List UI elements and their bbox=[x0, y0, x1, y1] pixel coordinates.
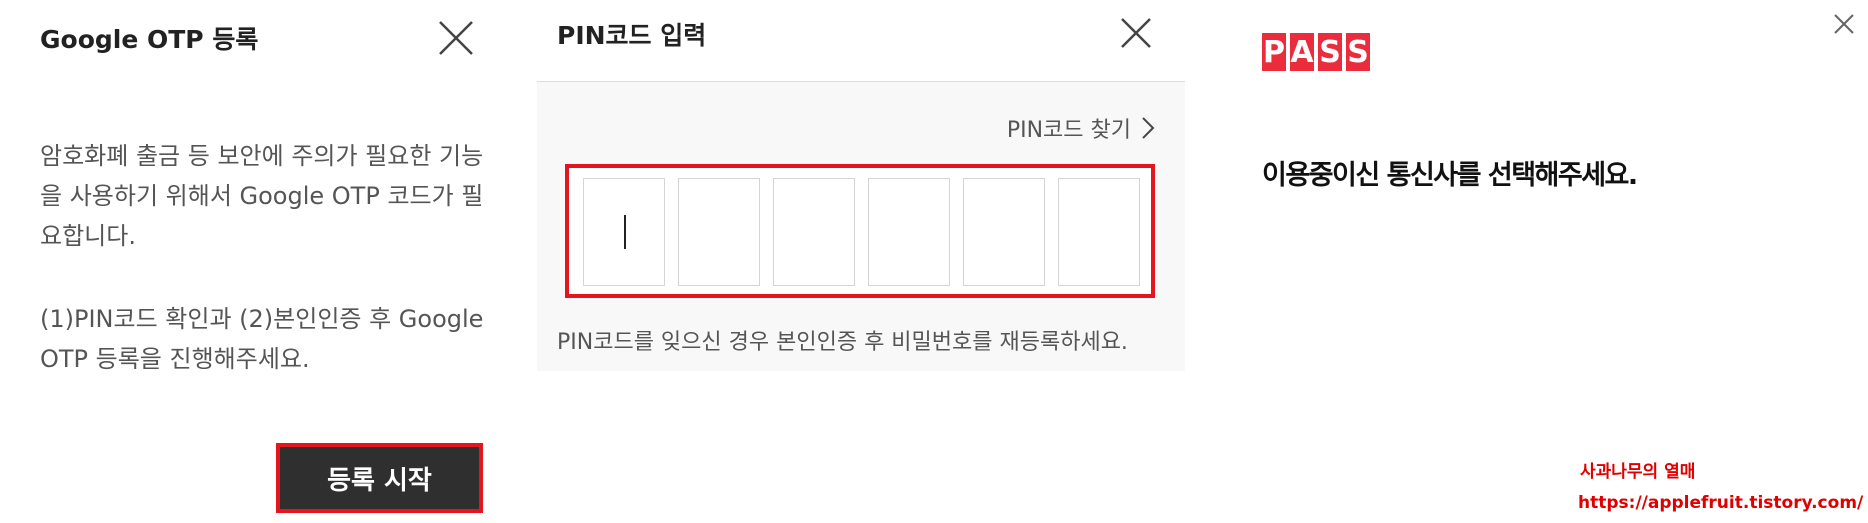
pin-digit-3-input[interactable] bbox=[773, 178, 855, 286]
pin-digit-2-input[interactable] bbox=[678, 178, 760, 286]
pin-input-group bbox=[565, 164, 1155, 298]
start-registration-button[interactable]: 등록 시작 bbox=[276, 443, 483, 513]
dialog-title: PIN코드 입력 bbox=[557, 21, 707, 50]
dialog-title: Google OTP 등록 bbox=[40, 25, 259, 54]
otp-description: 암호화폐 출금 등 보안에 주의가 필요한 기능을 사용하기 위해서 Googl… bbox=[40, 142, 484, 250]
google-otp-dialog: Google OTP 등록 암호화폐 출금 등 보안에 주의가 필요한 기능을 … bbox=[0, 0, 500, 523]
close-icon[interactable] bbox=[436, 18, 476, 58]
pin-digit-6-input[interactable] bbox=[1058, 178, 1140, 286]
carrier-select-heading: 이용중이신 통신사를 선택해주세요. bbox=[1262, 160, 1638, 191]
find-pin-label: PIN코드 찾기 bbox=[1006, 118, 1131, 143]
pin-entry-area: PIN코드 찾기 PIN코드를 잊으신 경우 본인인증 후 비밀번호를 재등록하… bbox=[537, 81, 1185, 371]
otp-instruction: (1)PIN코드 확인과 (2)본인인증 후 Google OTP 등록을 진행… bbox=[40, 305, 484, 373]
close-icon[interactable] bbox=[1118, 15, 1154, 51]
pin-digit-1-input[interactable] bbox=[583, 178, 665, 286]
pin-digit-5-input[interactable] bbox=[963, 178, 1045, 286]
chevron-right-icon bbox=[1142, 117, 1155, 139]
start-registration-label: 등록 시작 bbox=[327, 465, 432, 496]
find-pin-link[interactable]: PIN코드 찾기 bbox=[1007, 112, 1155, 144]
close-icon[interactable] bbox=[1832, 12, 1856, 36]
pin-help-note: PIN코드를 잊으신 경우 본인인증 후 비밀번호를 재등록하세요. bbox=[557, 330, 1128, 355]
pass-dialog: PASS 이용중이신 통신사를 선택해주세요. 사과나무의 열매 https:/… bbox=[1232, 0, 1868, 523]
watermark-url: https://applefruit.tistory.com/ bbox=[1578, 493, 1864, 513]
text-cursor bbox=[624, 215, 626, 249]
pass-logo: PASS bbox=[1262, 33, 1370, 71]
pin-code-dialog: PIN코드 입력 PIN코드 찾기 PIN코드를 잊으신 경우 본인인증 후 비… bbox=[537, 0, 1185, 371]
pin-digit-4-input[interactable] bbox=[868, 178, 950, 286]
watermark-blog-name: 사과나무의 열매 bbox=[1580, 462, 1696, 482]
